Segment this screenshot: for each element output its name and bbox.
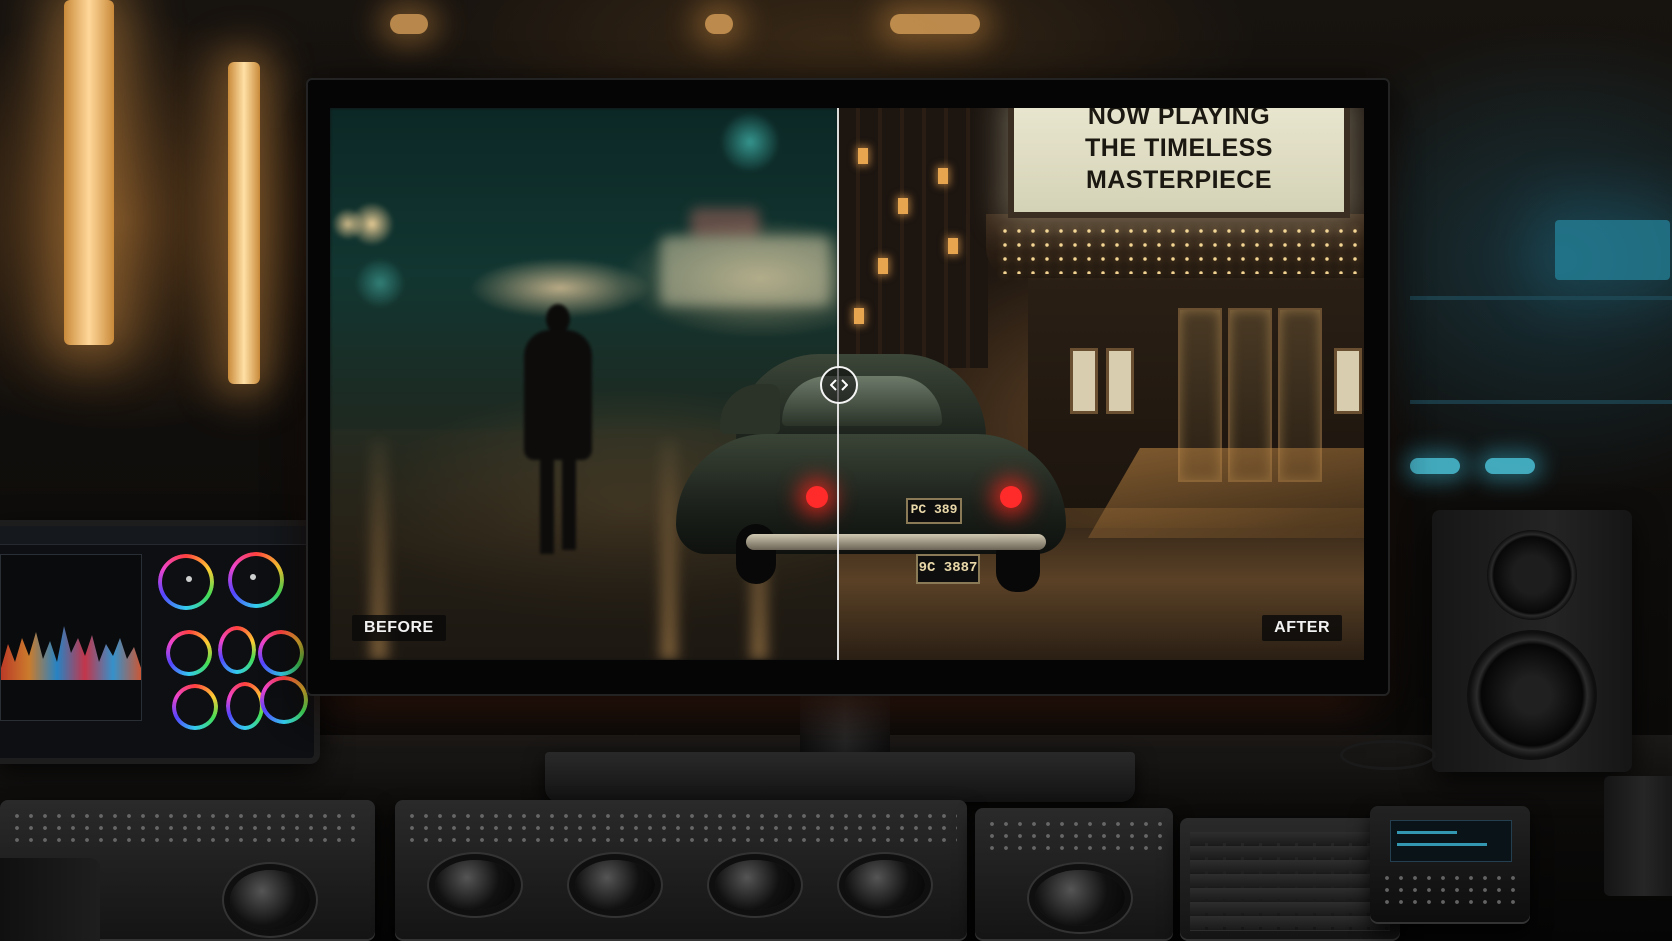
building-facade — [838, 108, 988, 368]
after-label: AFTER — [1262, 615, 1342, 641]
person-leg — [540, 454, 554, 554]
lit-window — [858, 148, 868, 164]
studio-scene: NOW PLAYING THE TIMELESS MASTERPIECE PC … — [0, 0, 1672, 941]
color-wheel-lift[interactable] — [158, 554, 214, 610]
wall-lamp — [228, 62, 260, 384]
car-side-window — [720, 384, 780, 434]
lit-window — [878, 258, 888, 274]
ceiling-light — [705, 14, 733, 34]
panel-buttons[interactable] — [1380, 872, 1520, 912]
background-display — [1555, 220, 1670, 280]
person-leg — [562, 454, 576, 550]
blurred-marquee — [660, 236, 830, 306]
silhouette-person — [518, 304, 598, 554]
color-wheel-gain[interactable] — [228, 552, 284, 608]
wheel-indicator — [186, 576, 192, 582]
monitor-stand-base — [545, 752, 1135, 802]
lit-window — [948, 238, 958, 254]
marquee-board: NOW PLAYING THE TIMELESS MASTERPIECE — [1008, 108, 1350, 218]
before-label: BEFORE — [352, 615, 446, 641]
wheel-indicator — [250, 574, 256, 580]
trackball[interactable] — [575, 860, 655, 910]
keyboard — [1180, 818, 1400, 941]
trackball[interactable] — [435, 860, 515, 910]
panel-buttons[interactable] — [10, 810, 365, 850]
blurred-sign — [690, 208, 760, 238]
ceiling-light — [390, 14, 428, 34]
coffee-mug — [1604, 776, 1672, 896]
trackball[interactable] — [230, 870, 310, 930]
car-rear-window — [782, 376, 942, 426]
lit-window — [898, 198, 908, 214]
waveform-scope — [0, 554, 142, 721]
lit-window — [938, 168, 948, 184]
reference-monitor: NOW PLAYING THE TIMELESS MASTERPIECE PC … — [306, 78, 1390, 696]
panel-buttons[interactable] — [985, 818, 1163, 858]
wall-lamp — [64, 0, 114, 345]
tail-light — [1000, 486, 1022, 508]
movie-poster — [1106, 348, 1134, 414]
control-panel-right — [975, 808, 1173, 941]
tablet-toolbar — [0, 526, 314, 545]
marquee-line: THE TIMELESS — [1085, 134, 1273, 162]
color-wheel-small[interactable] — [260, 676, 308, 724]
keyboard-keys[interactable] — [1190, 832, 1390, 931]
license-plate-upper: PC 389 — [906, 498, 962, 524]
speaker-woofer — [1467, 630, 1597, 760]
display-bar — [1397, 843, 1487, 846]
panel-buttons[interactable] — [405, 810, 957, 850]
shelf — [1410, 400, 1672, 404]
grading-panel — [395, 800, 967, 941]
trackball[interactable] — [715, 860, 795, 910]
controller-display — [1390, 820, 1512, 862]
trackball[interactable] — [845, 860, 925, 910]
coffee-mug — [0, 858, 100, 941]
color-wheel-small[interactable] — [172, 684, 218, 730]
color-wheel-small[interactable] — [258, 630, 304, 676]
grading-tablet — [0, 520, 320, 764]
car-wheel — [736, 524, 776, 584]
comparison-viewer[interactable]: NOW PLAYING THE TIMELESS MASTERPIECE PC … — [330, 108, 1364, 660]
lit-window — [854, 308, 864, 324]
vintage-car: PC 389 9C 3887 — [676, 354, 1076, 594]
display-bar — [1397, 831, 1457, 834]
person-coat — [524, 330, 592, 460]
marquee-line: NOW PLAYING — [1087, 108, 1271, 130]
marquee-line: MASTERPIECE — [1085, 166, 1273, 194]
waveform-trace — [1, 626, 141, 680]
car-bumper — [746, 534, 1046, 550]
split-arrows-icon[interactable] — [820, 366, 858, 404]
cable — [1340, 740, 1436, 770]
teal-light — [1485, 458, 1535, 474]
color-wheel-small[interactable] — [218, 626, 256, 674]
ceiling-light — [890, 14, 980, 34]
license-plate-lower: 9C 3887 — [916, 554, 980, 584]
teal-light — [1410, 458, 1460, 474]
studio-speaker — [1432, 510, 1632, 772]
shelf — [1410, 296, 1672, 300]
trackball[interactable] — [1035, 870, 1125, 926]
tail-light — [806, 486, 828, 508]
color-wheel-small[interactable] — [226, 682, 264, 730]
marquee-sign: NOW PLAYING THE TIMELESS MASTERPIECE — [978, 108, 1364, 218]
color-wheel-small[interactable] — [166, 630, 212, 676]
shuttle-controller — [1370, 806, 1530, 924]
marquee-bulbs — [998, 224, 1358, 274]
movie-poster — [1334, 348, 1362, 414]
speaker-tweeter — [1487, 530, 1577, 620]
